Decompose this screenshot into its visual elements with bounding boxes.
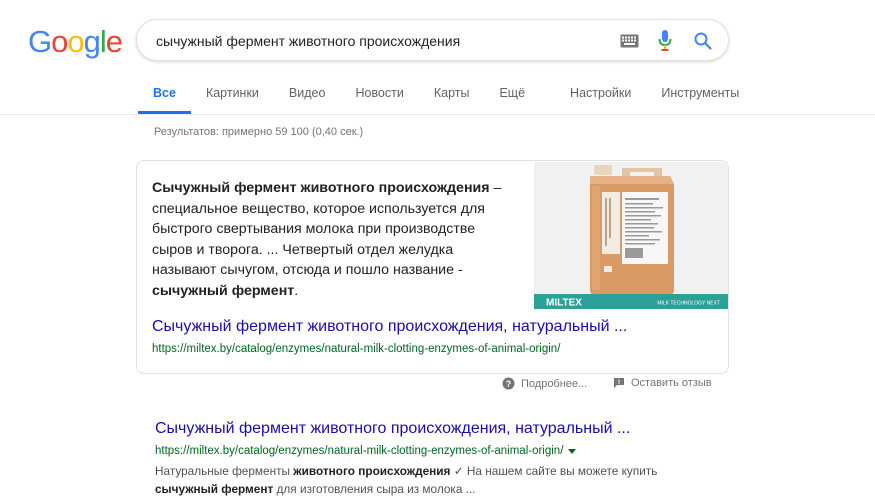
- search-icon[interactable]: [693, 31, 713, 51]
- help-icon: ?: [502, 377, 515, 390]
- featured-result-title-link[interactable]: Сычужный фермент животного происхождения…: [152, 318, 627, 336]
- logo-letter: g: [83, 24, 101, 59]
- result-stats: Результатов: примерно 59 100 (0,40 сек.): [154, 126, 364, 138]
- featured-text-end: .: [294, 282, 299, 299]
- featured-bold-term: Сычужный фермент животного происхождения: [152, 180, 490, 196]
- logo-letter: e: [105, 24, 123, 59]
- tab-images[interactable]: Картинки: [191, 70, 274, 114]
- feedback-label: Оставить отзыв: [631, 377, 712, 389]
- result-title-link[interactable]: Сычужный фермент животного происхождения…: [155, 420, 630, 438]
- caret-down-icon[interactable]: [567, 447, 577, 455]
- tab-all[interactable]: Все: [138, 70, 191, 114]
- tab-videos[interactable]: Видео: [274, 70, 341, 114]
- tab-settings[interactable]: Настройки: [540, 70, 646, 114]
- mic-icon[interactable]: [658, 30, 672, 52]
- tab-more[interactable]: Ещё: [484, 70, 540, 114]
- result-snippet-bold: животного происхождения: [293, 464, 451, 478]
- feedback-button[interactable]: Оставить отзыв: [613, 377, 712, 389]
- canister-image: MILTEX MILK TECHNOLOGY NEXT: [534, 162, 728, 309]
- brand-tagline: MILK TECHNOLOGY NEXT: [657, 301, 720, 307]
- result-snippet-text: Натуральные ферменты: [155, 464, 294, 478]
- result-url-row: https://miltex.by/catalog/enzymes/natura…: [155, 445, 577, 457]
- result-snippet: Натуральные ферменты животного происхожд…: [155, 462, 695, 498]
- featured-bold-term: сычужный фермент: [152, 282, 295, 299]
- tab-news[interactable]: Новости: [340, 70, 418, 114]
- search-box: [136, 19, 729, 61]
- logo-letter: o: [51, 24, 68, 59]
- featured-snippet: Сычужный фермент животного происхождения…: [136, 160, 729, 374]
- result-url: https://miltex.by/catalog/enzymes/natura…: [155, 445, 564, 457]
- search-tabs: Все Картинки Видео Новости Карты Ещё Нас…: [138, 70, 754, 114]
- about-featured-snippet[interactable]: ? Подробнее...: [502, 377, 587, 390]
- brand-logo-text: MILTEX: [546, 298, 582, 309]
- logo-letter: G: [28, 24, 52, 59]
- result-snippet-text: ✓ На нашем сайте вы можете купить: [450, 464, 658, 478]
- keyboard-icon[interactable]: [620, 34, 639, 48]
- logo-letter: o: [67, 24, 84, 59]
- details-link: Подробнее...: [521, 377, 588, 390]
- search-input[interactable]: [156, 31, 596, 51]
- tab-tools[interactable]: Инструменты: [646, 70, 754, 114]
- result-snippet-text: для изготовления сыра из молока ...: [273, 482, 476, 496]
- tab-maps[interactable]: Карты: [419, 70, 485, 114]
- google-logo[interactable]: Google: [28, 24, 123, 60]
- featured-result-url: https://miltex.by/catalog/enzymes/natura…: [152, 343, 561, 355]
- product-image[interactable]: MILTEX MILK TECHNOLOGY NEXT: [534, 162, 728, 309]
- feedback-icon: [614, 378, 624, 388]
- result-snippet-bold: сычужный фермент: [155, 482, 274, 496]
- svg-text:?: ?: [506, 379, 512, 389]
- tabs-divider: [0, 114, 875, 115]
- featured-snippet-text: Сычужный фермент животного происхождения…: [152, 178, 517, 301]
